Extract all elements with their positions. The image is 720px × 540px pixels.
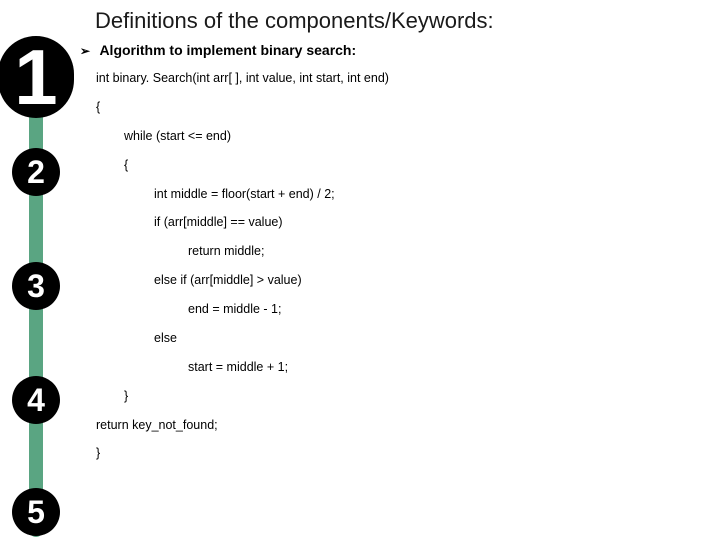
code-line: int middle = floor(start + end) / 2; — [96, 186, 389, 203]
step-ball-1: 1 — [0, 36, 74, 118]
section-heading: ➢ Algorithm to implement binary search: — [80, 42, 356, 58]
code-line: int binary. Search(int arr[ ], int value… — [96, 70, 389, 87]
code-line: } — [96, 445, 389, 462]
bullet-arrow-icon: ➢ — [80, 44, 90, 58]
code-block: int binary. Search(int arr[ ], int value… — [96, 70, 389, 474]
step-ball-2: 2 — [12, 148, 60, 196]
step-ball-5: 5 — [12, 488, 60, 536]
slide-title: Definitions of the components/Keywords: — [95, 8, 494, 34]
code-line: else — [96, 330, 389, 347]
heading-text: Algorithm to implement binary search: — [99, 42, 356, 58]
code-line: } — [96, 388, 389, 405]
step-ball-3: 3 — [12, 262, 60, 310]
code-line: while (start <= end) — [96, 128, 389, 145]
step-ball-4: 4 — [12, 376, 60, 424]
code-line: end = middle - 1; — [96, 301, 389, 318]
code-line: if (arr[middle] == value) — [96, 214, 389, 231]
code-line: start = middle + 1; — [96, 359, 389, 376]
code-line: { — [96, 157, 389, 174]
code-line: { — [96, 99, 389, 116]
code-line: return middle; — [96, 243, 389, 260]
code-line: else if (arr[middle] > value) — [96, 272, 389, 289]
code-line: return key_not_found; — [96, 417, 389, 434]
